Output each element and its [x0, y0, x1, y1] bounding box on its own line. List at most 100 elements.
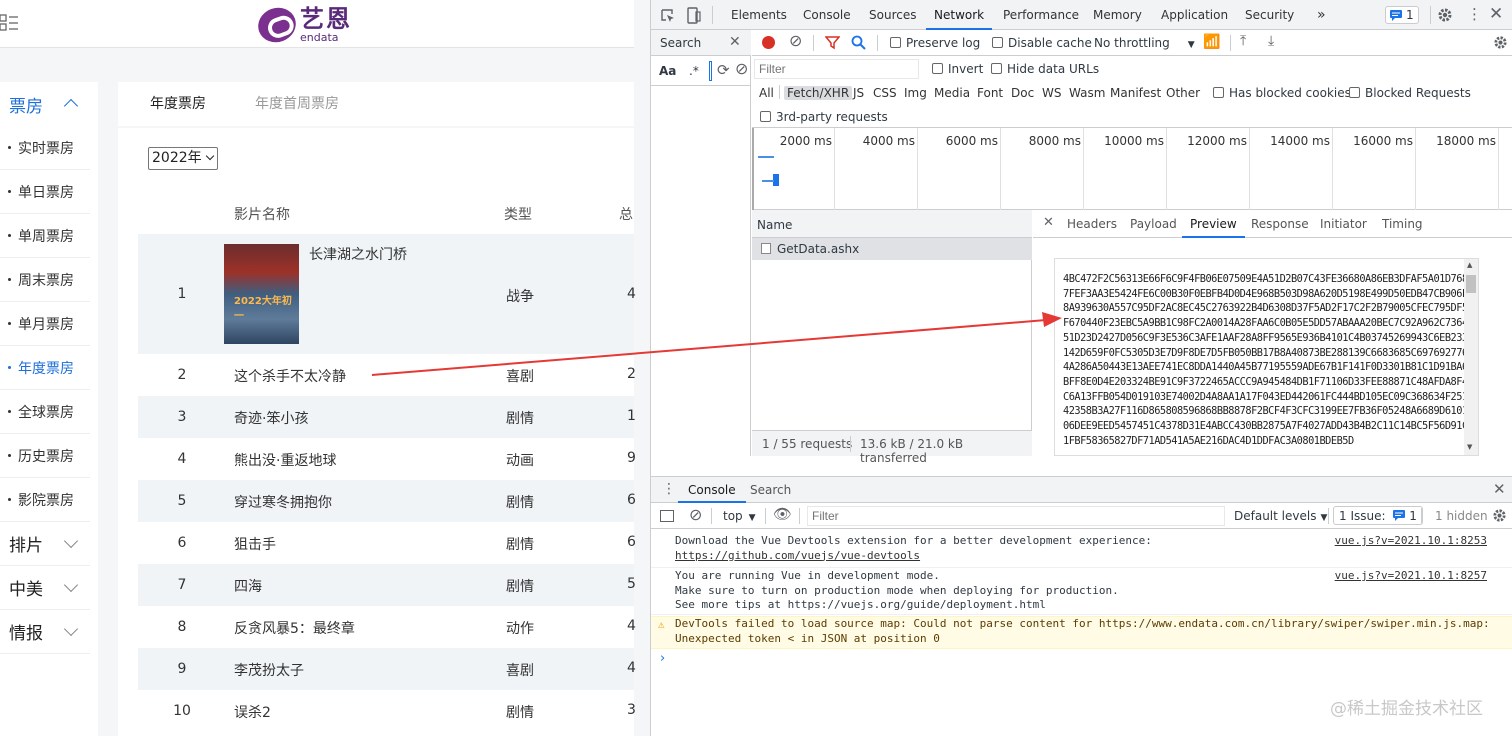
- console-issues-button[interactable]: 1 Issue: 1: [1333, 506, 1423, 525]
- filter-type-media[interactable]: Media: [934, 86, 970, 100]
- sidebar-item-daily[interactable]: 单日票房: [0, 170, 90, 214]
- filter-type-wasm[interactable]: Wasm: [1069, 86, 1105, 100]
- live-expression-eye-icon[interactable]: 👁: [773, 507, 792, 522]
- movie-name[interactable]: 李茂扮太子: [234, 660, 304, 680]
- request-row[interactable]: GetData.ashx: [752, 238, 1032, 260]
- table-row[interactable]: 10 误杀2 剧情 3: [138, 690, 636, 732]
- filter-type-fetch-xhr[interactable]: Fetch/XHR: [784, 86, 853, 100]
- sidebar-item-history[interactable]: 历史票房: [0, 434, 90, 478]
- table-row[interactable]: 3 奇迹·笨小孩 剧情 1: [138, 396, 636, 438]
- table-row[interactable]: 8 反贪风暴5：最终章 动作 4: [138, 606, 636, 648]
- movie-name[interactable]: 熊出没·重返地球: [234, 450, 336, 470]
- sidebar-group-boxoffice[interactable]: 票房: [0, 82, 90, 126]
- third-party-checkbox[interactable]: 3rd-party requests: [760, 110, 888, 124]
- name-column-header[interactable]: Name: [757, 218, 792, 232]
- tab-elements[interactable]: Elements: [731, 0, 787, 30]
- tab-preview[interactable]: Preview: [1182, 210, 1245, 238]
- grid-menu-icon[interactable]: [0, 12, 22, 34]
- scrollbar[interactable]: ▲ ▼: [1464, 259, 1478, 455]
- close-icon[interactable]: ✕: [1489, 6, 1503, 23]
- refresh-icon[interactable]: ⟳: [717, 63, 730, 78]
- network-overview-timeline[interactable]: 2000 ms 4000 ms 6000 ms 8000 ms 10000 ms…: [752, 128, 1512, 210]
- movie-name[interactable]: 四海: [234, 576, 262, 596]
- close-icon[interactable]: ✕: [1493, 482, 1506, 497]
- filter-type-other[interactable]: Other: [1166, 86, 1200, 100]
- issues-badge[interactable]: 1: [1385, 6, 1419, 24]
- tab-yearly[interactable]: 年度票房: [150, 82, 206, 126]
- table-row[interactable]: 7 四海 剧情 5: [138, 564, 636, 606]
- settings-gear-icon[interactable]: [1437, 7, 1453, 23]
- response-preview[interactable]: 4BC472F2C56313E66F6C9F4FB06E07509E4A51D2…: [1054, 258, 1479, 456]
- table-row[interactable]: 9 李茂扮太子 喜剧 4: [138, 648, 636, 690]
- movie-name[interactable]: 狙击手: [234, 534, 276, 554]
- sidebar-toggle-icon[interactable]: [660, 510, 674, 522]
- export-har-icon[interactable]: ⤓: [1268, 34, 1274, 48]
- preserve-log-checkbox[interactable]: Preserve log: [890, 36, 980, 50]
- sidebar-item-weekly[interactable]: 单周票房: [0, 214, 90, 258]
- table-row[interactable]: 2 这个杀手不太冷静 喜剧 2: [138, 354, 636, 396]
- filter-icon[interactable]: [825, 35, 840, 50]
- col-header-gross[interactable]: 总: [619, 204, 633, 224]
- table-row[interactable]: 1 2022大年初一 长津湖之水门桥 战争 4: [138, 234, 636, 354]
- drawer-tab-search[interactable]: Search: [750, 477, 791, 503]
- close-icon[interactable]: ✕: [729, 35, 741, 49]
- movie-name[interactable]: 误杀2: [234, 702, 271, 722]
- col-header-type[interactable]: 类型: [504, 204, 532, 224]
- console-filter-input[interactable]: [807, 506, 1225, 526]
- tab-payload[interactable]: Payload: [1130, 210, 1177, 238]
- tab-application[interactable]: Application: [1161, 0, 1228, 30]
- tab-sources[interactable]: Sources: [869, 0, 916, 30]
- filter-type-manifest[interactable]: Manifest: [1110, 86, 1161, 100]
- movie-name[interactable]: 反贪风暴5：最终章: [234, 618, 355, 638]
- log-levels-select[interactable]: Default levels ▼: [1234, 509, 1327, 523]
- network-filter-input[interactable]: [754, 59, 919, 79]
- sidebar-item-yearly[interactable]: 年度票房: [0, 346, 90, 390]
- drawer-tab-console[interactable]: Console: [678, 477, 746, 503]
- filter-type-font[interactable]: Font: [977, 86, 1003, 100]
- record-icon[interactable]: [762, 36, 775, 49]
- sidebar-item-global[interactable]: 全球票房: [0, 390, 90, 434]
- table-row[interactable]: 5 穿过寒冬拥抱你 剧情 6: [138, 480, 636, 522]
- more-tabs-icon[interactable]: »: [1317, 0, 1326, 30]
- filter-type-js[interactable]: JS: [853, 86, 864, 100]
- filter-type-ws[interactable]: WS: [1042, 86, 1061, 100]
- console-source-link[interactable]: vue.js?v=2021.10.1:8257: [1335, 569, 1487, 584]
- regex-toggle[interactable]: .*: [689, 64, 699, 78]
- hide-data-urls-checkbox[interactable]: Hide data URLs: [991, 62, 1099, 76]
- console-settings-icon[interactable]: [1492, 508, 1507, 523]
- year-select[interactable]: 2022年: [148, 147, 218, 170]
- sidebar-item-weekend[interactable]: 周末票房: [0, 258, 90, 302]
- tab-network[interactable]: Network: [926, 0, 993, 30]
- clear-log-icon[interactable]: ⊘: [789, 33, 802, 49]
- tab-performance[interactable]: Performance: [1003, 0, 1079, 30]
- sidebar-item-cinema[interactable]: 影院票房: [0, 478, 90, 522]
- network-settings-icon[interactable]: [1493, 35, 1508, 50]
- movie-poster[interactable]: 2022大年初一: [224, 244, 299, 344]
- movie-name[interactable]: 穿过寒冬拥抱你: [234, 492, 332, 512]
- sidebar-group-schedule[interactable]: 排片: [0, 522, 90, 566]
- clear-console-icon[interactable]: ⊘: [689, 507, 702, 523]
- invert-checkbox[interactable]: Invert: [932, 62, 983, 76]
- more-options-icon[interactable]: ⋮: [1467, 7, 1482, 22]
- device-toolbar-icon[interactable]: [687, 7, 701, 24]
- tab-response[interactable]: Response: [1251, 210, 1309, 238]
- import-har-icon[interactable]: ⤒: [1240, 34, 1246, 48]
- filter-type-doc[interactable]: Doc: [1011, 86, 1034, 100]
- filter-type-img[interactable]: Img: [904, 86, 927, 100]
- endata-logo[interactable]: 艺恩 endata: [253, 2, 352, 48]
- tab-timing[interactable]: Timing: [1382, 210, 1423, 238]
- sidebar-item-realtime[interactable]: 实时票房: [0, 126, 90, 170]
- tab-initiator[interactable]: Initiator: [1320, 210, 1367, 238]
- context-select[interactable]: top ▼: [723, 509, 756, 523]
- inspect-element-icon[interactable]: [660, 8, 676, 24]
- movie-name[interactable]: 奇迹·笨小孩: [234, 408, 308, 428]
- table-row[interactable]: 6 狙击手 剧情 6: [138, 522, 636, 564]
- blocked-requests-checkbox[interactable]: Blocked Requests: [1349, 86, 1471, 100]
- tab-console[interactable]: Console: [803, 0, 851, 30]
- console-prompt-icon[interactable]: ›: [660, 651, 665, 666]
- tab-headers[interactable]: Headers: [1067, 210, 1117, 238]
- disable-cache-checkbox[interactable]: Disable cache: [992, 36, 1092, 50]
- has-blocked-cookies-checkbox[interactable]: Has blocked cookies: [1213, 86, 1351, 100]
- col-header-name[interactable]: 影片名称: [234, 204, 290, 224]
- movie-name[interactable]: 长津湖之水门桥: [309, 244, 407, 264]
